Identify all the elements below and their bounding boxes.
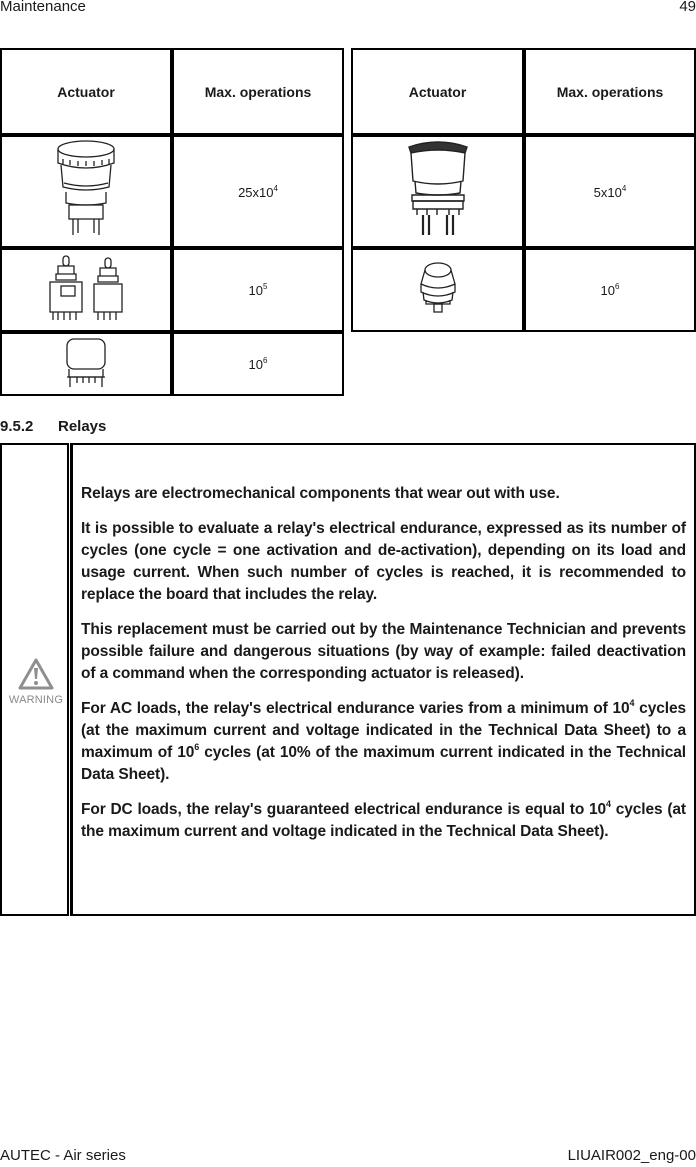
warning-symbol: WARNING bbox=[6, 657, 66, 706]
actuator-image-cell bbox=[0, 248, 172, 332]
footer-product-name: AUTEC - Air series bbox=[0, 1147, 126, 1164]
actuator-image-cell bbox=[351, 248, 524, 332]
table-row: 25x104 bbox=[0, 135, 344, 248]
warning-text-column: Relays are electromechanical components … bbox=[70, 443, 696, 916]
table-row: 106 bbox=[0, 332, 344, 396]
large-mushroom-button-icon bbox=[407, 141, 468, 235]
column-header-actuator: Actuator bbox=[0, 48, 172, 135]
actuator-image-cell bbox=[0, 135, 172, 248]
warning-triangle-icon bbox=[18, 658, 54, 690]
section-title: Relays bbox=[58, 418, 107, 435]
toggle-switches-icon bbox=[49, 254, 123, 320]
warning-paragraph-ac-loads: For AC loads, the relay's electrical end… bbox=[81, 698, 686, 784]
warning-paragraph-dc-loads: For DC loads, the relay's guaranteed ele… bbox=[81, 799, 686, 841]
column-header-actuator: Actuator bbox=[351, 48, 524, 135]
max-operations-value: 5x104 bbox=[524, 135, 696, 248]
actuator-table-left: Actuator Max. operations 25x104 105 106 bbox=[0, 48, 344, 396]
section-number: 9.5.2 bbox=[0, 418, 34, 435]
max-operations-value: 106 bbox=[524, 248, 696, 332]
warning-paragraph: Relays are electromechanical components … bbox=[81, 485, 560, 502]
warning-box: WARNING Relays are electromechanical com… bbox=[0, 443, 696, 916]
max-operations-value: 25x104 bbox=[172, 135, 344, 248]
actuator-image-cell bbox=[0, 332, 172, 396]
square-push-button-icon bbox=[66, 337, 106, 387]
header-section-title: Maintenance bbox=[0, 0, 86, 15]
column-header-max-operations: Max. operations bbox=[172, 48, 344, 135]
warning-paragraph: This replacement must be carried out by … bbox=[81, 621, 686, 682]
max-operations-value: 106 bbox=[172, 332, 344, 396]
max-operations-value: 105 bbox=[172, 248, 344, 332]
table-row: 105 bbox=[0, 248, 344, 332]
warning-icon-column: WARNING bbox=[0, 443, 69, 916]
page-header: Maintenance 49 bbox=[0, 0, 696, 18]
actuator-table-right: Actuator Max. operations 5x104 106 bbox=[351, 48, 696, 332]
table-header-row: Actuator Max. operations bbox=[351, 48, 696, 135]
warning-paragraph: It is possible to evaluate a relay's ele… bbox=[81, 520, 686, 603]
actuator-image-cell bbox=[351, 135, 524, 248]
table-row: 106 bbox=[351, 248, 696, 332]
round-push-button-icon bbox=[419, 261, 456, 313]
section-heading: 9.5.2 Relays bbox=[0, 418, 106, 435]
mushroom-emergency-button-icon bbox=[57, 140, 115, 235]
column-header-max-operations: Max. operations bbox=[524, 48, 696, 135]
header-page-number: 49 bbox=[679, 0, 696, 15]
table-header-row: Actuator Max. operations bbox=[0, 48, 344, 135]
warning-label: WARNING bbox=[8, 694, 64, 706]
table-row: 5x104 bbox=[351, 135, 696, 248]
footer-document-code: LIUAIR002_eng-00 bbox=[567, 1147, 696, 1164]
